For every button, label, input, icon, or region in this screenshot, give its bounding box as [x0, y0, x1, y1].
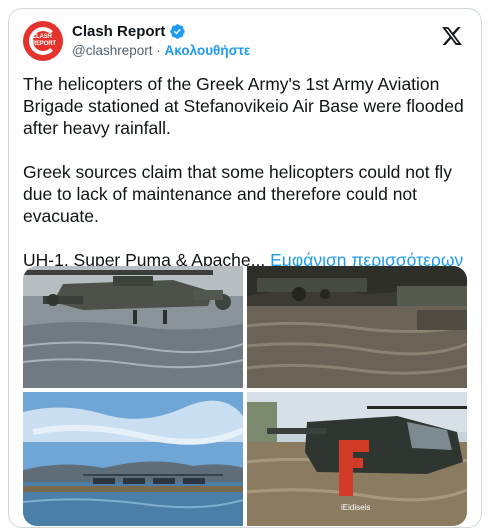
handle-row: @clashreport · Ακολουθήστε [72, 43, 250, 58]
separator-dot: · [156, 43, 161, 58]
tweet-paragraph-1: The helicopters of the Greek Army's 1st … [23, 74, 464, 138]
avatar[interactable]: CLASH REPORT [23, 21, 63, 61]
photo-airfield-lake[interactable] [23, 392, 243, 526]
tweet-paragraph-2: Greek sources claim that some helicopter… [23, 162, 452, 226]
tweet-text: The helicopters of the Greek Army's 1st … [23, 73, 471, 293]
media-grid: iEidiseis [23, 266, 467, 526]
author-name[interactable]: Clash Report [72, 23, 165, 40]
avatar-logo-text: CLASH REPORT [32, 34, 56, 47]
tweet-header: CLASH REPORT Clash Report @clashreport ·… [23, 19, 467, 63]
author-handle[interactable]: @clashreport [72, 43, 153, 58]
follow-button[interactable]: Ακολουθήστε [165, 43, 251, 58]
photo-hangar-flooded[interactable] [247, 266, 467, 388]
photo-uh1-flooded[interactable]: iEidiseis [247, 392, 467, 526]
tweet-card[interactable]: CLASH REPORT Clash Report @clashreport ·… [8, 8, 482, 528]
photo-apache-flooded[interactable] [23, 266, 243, 388]
author-name-row: Clash Report [72, 23, 186, 40]
verified-badge-icon [170, 24, 186, 39]
x-logo-icon[interactable] [441, 25, 463, 47]
